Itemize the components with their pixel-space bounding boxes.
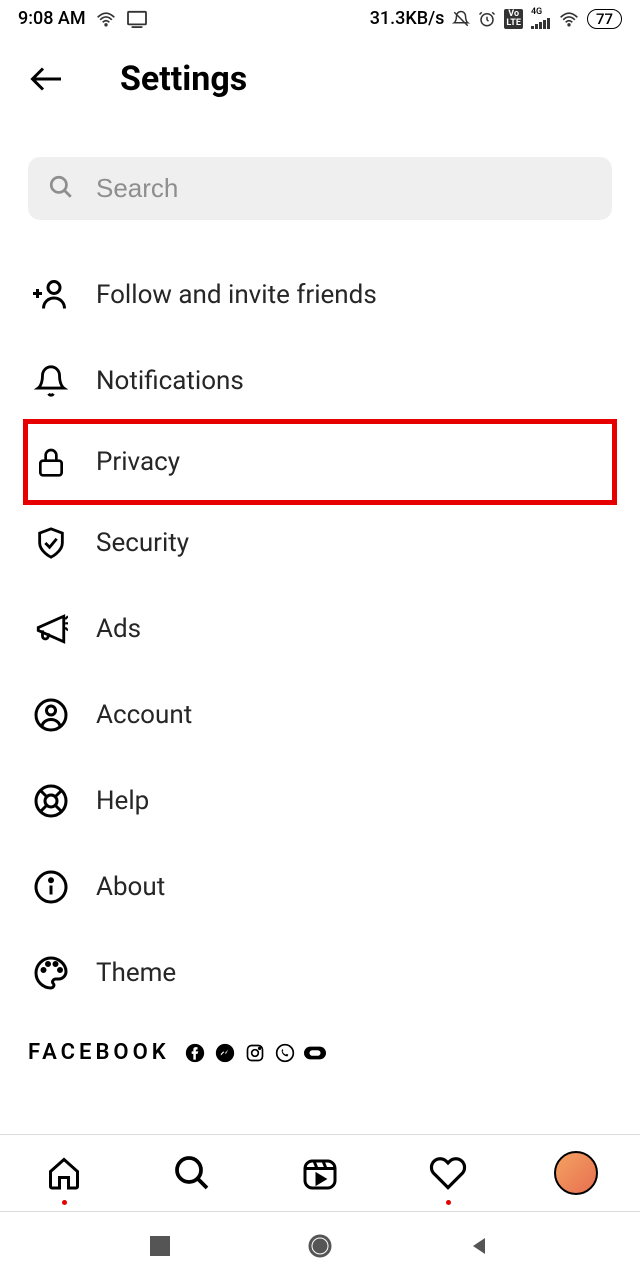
search-bar[interactable]: [28, 157, 612, 220]
signal-icon: 4G: [531, 8, 551, 29]
menu-item-follow[interactable]: Follow and invite friends: [28, 252, 612, 338]
facebook-section: FACEBOOK: [0, 1016, 640, 1075]
search-icon: [48, 174, 74, 204]
sys-nav-back[interactable]: [460, 1226, 500, 1266]
menu-item-security[interactable]: Security: [28, 500, 612, 586]
menu-label: Help: [96, 786, 149, 816]
menu-item-ads[interactable]: Ads: [28, 586, 612, 672]
menu-item-privacy[interactable]: Privacy: [23, 419, 617, 505]
status-left: 9:08 AM: [18, 8, 148, 29]
menu-label: About: [96, 872, 165, 902]
status-time: 9:08 AM: [18, 8, 86, 29]
instagram-icon: [244, 1042, 266, 1064]
nav-reels[interactable]: [296, 1149, 344, 1197]
menu-label: Security: [96, 528, 189, 558]
menu-label: Privacy: [96, 447, 180, 477]
bottom-navigation: [0, 1134, 640, 1212]
menu-item-about[interactable]: About: [28, 844, 612, 930]
notification-dot: [446, 1200, 451, 1205]
facebook-label: FACEBOOK: [28, 1040, 170, 1065]
wifi-icon-2: [559, 11, 579, 27]
nav-search[interactable]: [168, 1149, 216, 1197]
notification-dot: [62, 1200, 67, 1205]
battery-indicator: 77: [587, 9, 622, 29]
nav-activity[interactable]: [424, 1149, 472, 1197]
page-title: Settings: [120, 59, 247, 99]
nav-profile[interactable]: [552, 1149, 600, 1197]
system-navigation: [0, 1212, 640, 1280]
menu-label: Follow and invite friends: [96, 280, 377, 310]
bell-icon: [32, 362, 70, 400]
menu-label: Theme: [96, 958, 176, 988]
menu-label: Ads: [96, 614, 141, 644]
lock-icon: [32, 443, 70, 481]
messenger-icon: [214, 1042, 236, 1064]
menu-item-theme[interactable]: Theme: [28, 930, 612, 1016]
menu-label: Account: [96, 700, 192, 730]
info-icon: [32, 868, 70, 906]
menu-item-help[interactable]: Help: [28, 758, 612, 844]
oculus-icon: [304, 1042, 326, 1064]
shield-icon: [32, 524, 70, 562]
screen-icon: [126, 10, 148, 28]
back-button[interactable]: [26, 59, 66, 99]
facebook-icon: [184, 1042, 206, 1064]
status-right: 31.3KB/s VoLTE 4G 77: [370, 8, 622, 29]
palette-icon: [32, 954, 70, 992]
nav-home[interactable]: [40, 1149, 88, 1197]
sys-nav-home[interactable]: [300, 1226, 340, 1266]
facebook-app-icons: [184, 1042, 326, 1064]
volte-icon: VoLTE: [504, 9, 523, 29]
add-person-icon: [32, 276, 70, 314]
bell-muted-icon: [452, 10, 470, 28]
menu-item-notifications[interactable]: Notifications: [28, 338, 612, 424]
megaphone-icon: [32, 610, 70, 648]
avatar: [554, 1151, 598, 1195]
menu-label: Notifications: [96, 366, 244, 396]
whatsapp-icon: [274, 1042, 296, 1064]
header: Settings: [0, 33, 640, 117]
settings-menu: Follow and invite friends Notifications …: [0, 220, 640, 1016]
network-speed: 31.3KB/s: [370, 8, 445, 29]
status-bar: 9:08 AM 31.3KB/s VoLTE 4G 77: [0, 0, 640, 33]
alarm-icon: [478, 10, 496, 28]
sys-nav-recents[interactable]: [140, 1226, 180, 1266]
menu-item-account[interactable]: Account: [28, 672, 612, 758]
lifebuoy-icon: [32, 782, 70, 820]
wifi-icon: [96, 11, 116, 27]
search-input[interactable]: [96, 173, 592, 204]
user-circle-icon: [32, 696, 70, 734]
